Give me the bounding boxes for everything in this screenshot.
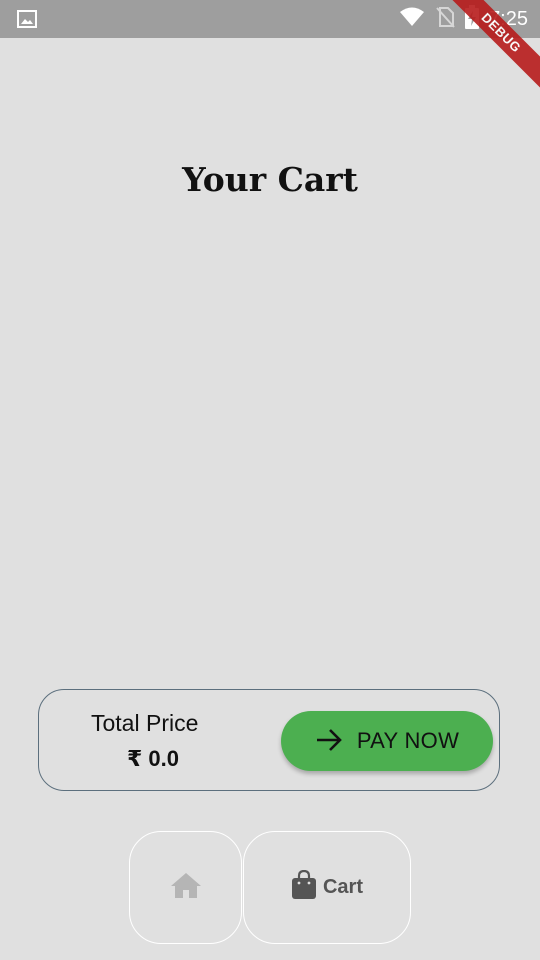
page-title: Your Cart bbox=[182, 160, 358, 199]
home-icon bbox=[170, 871, 202, 904]
nav-cart-label: Cart bbox=[322, 876, 363, 898]
wifi-icon bbox=[399, 7, 425, 32]
no-sim-icon bbox=[435, 6, 455, 33]
cart-screen: 7:25 DEBUG Your Cart Total Price ₹ 0.0 P… bbox=[0, 0, 540, 960]
pay-now-button[interactable]: PAY NOW bbox=[281, 711, 493, 771]
status-time: 7:25 bbox=[489, 7, 528, 30]
total-price-label: Total Price bbox=[91, 710, 199, 736]
pay-now-label: PAY NOW bbox=[356, 728, 460, 753]
status-icons: 7:25 bbox=[399, 0, 528, 38]
image-icon bbox=[17, 10, 37, 28]
total-price-value: ₹ 0.0 bbox=[127, 746, 180, 771]
battery-charging-icon bbox=[465, 4, 480, 34]
nav-home-button[interactable] bbox=[129, 831, 242, 944]
arrow-right-icon bbox=[315, 728, 343, 755]
nav-cart-button[interactable]: Cart bbox=[243, 831, 411, 944]
total-price-panel: Total Price ₹ 0.0 PAY NOW bbox=[38, 689, 500, 791]
shopping-bag-icon bbox=[291, 869, 317, 905]
status-bar: 7:25 bbox=[0, 0, 540, 38]
